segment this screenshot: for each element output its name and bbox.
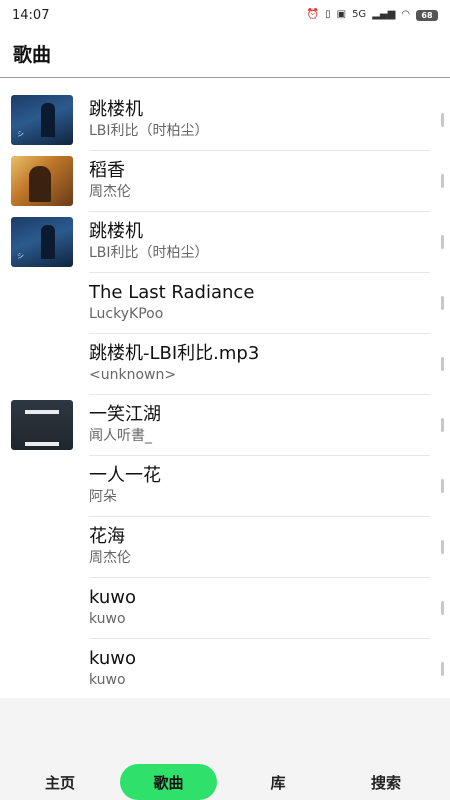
song-artist: <unknown> (89, 367, 177, 383)
drag-handle-icon[interactable] (441, 296, 444, 310)
song-title: kuwo (89, 648, 137, 669)
song-title: 花海 (89, 526, 125, 547)
nav-songs-tab[interactable]: 歌曲 (120, 764, 217, 800)
song-text: 一人一花 阿朵 (89, 465, 430, 517)
song-text: 一笑江湖 闻人听書_ (89, 404, 430, 456)
album-cover (11, 156, 73, 206)
song-row[interactable]: シ 跳楼机 LBI利比（时柏尘） (0, 212, 450, 273)
song-title: The Last Radiance (89, 282, 255, 303)
drag-handle-icon[interactable] (441, 479, 444, 493)
drag-handle-icon[interactable] (441, 174, 444, 188)
hd-icon: ▣ (336, 9, 347, 20)
drag-handle-icon[interactable] (441, 418, 444, 432)
battery-icon: 68 (416, 9, 438, 21)
song-artist: 周杰伦 (89, 184, 131, 200)
song-text: kuwo kuwo (89, 648, 430, 698)
drag-handle-icon[interactable] (441, 601, 444, 615)
page-title: 歌曲 (13, 44, 52, 66)
song-artist: kuwo (89, 672, 126, 688)
song-title: kuwo (89, 587, 137, 608)
drag-handle-icon[interactable] (441, 540, 444, 554)
song-title: 稻香 (89, 160, 125, 181)
song-artist: 阿朵 (89, 489, 117, 505)
song-title: 跳楼机-LBI利比.mp3 (89, 343, 260, 364)
song-title: 跳楼机 (89, 221, 143, 242)
song-title: 跳楼机 (89, 99, 143, 120)
song-text: The Last Radiance LuckyKPoo (89, 282, 430, 334)
song-title: 一笑江湖 (89, 404, 161, 425)
song-text: 跳楼机 LBI利比（时柏尘） (89, 99, 430, 151)
song-list[interactable]: シ 跳楼机 LBI利比（时柏尘） 稻香 周杰伦 シ 跳楼机 LBI利比（时柏尘）… (0, 90, 450, 698)
song-artist: LBI利比（时柏尘） (89, 245, 209, 261)
song-row[interactable]: 跳楼机-LBI利比.mp3 <unknown> (0, 334, 450, 395)
album-cover: シ (11, 217, 73, 267)
song-row[interactable]: シ 跳楼机 LBI利比（时柏尘） (0, 90, 450, 151)
status-bar: 14:07 ⏰ ▯ ▣ 5G ▂▄▆ ◠ 68 (0, 0, 450, 30)
song-artist: kuwo (89, 611, 126, 627)
song-text: 花海 周杰伦 (89, 526, 430, 578)
song-artist: LuckyKPoo (89, 306, 164, 322)
song-artist: LBI利比（时柏尘） (89, 123, 209, 139)
song-title: 一人一花 (89, 465, 161, 486)
network-label: 5G (352, 9, 367, 20)
song-text: 稻香 周杰伦 (89, 160, 430, 212)
song-row[interactable]: 一人一花 阿朵 (0, 456, 450, 517)
alarm-icon: ⏰ (306, 9, 320, 20)
status-time: 14:07 (12, 7, 50, 23)
song-row[interactable]: The Last Radiance LuckyKPoo (0, 273, 450, 334)
song-text: 跳楼机 LBI利比（时柏尘） (89, 221, 430, 273)
nav-home-tab[interactable]: 主页 (12, 764, 108, 800)
drag-handle-icon[interactable] (441, 357, 444, 371)
song-text: 跳楼机-LBI利比.mp3 <unknown> (89, 343, 430, 395)
song-row[interactable]: kuwo kuwo (0, 639, 450, 698)
vibrate-icon: ▯ (325, 9, 331, 20)
song-row[interactable]: 稻香 周杰伦 (0, 151, 450, 212)
bottom-nav: 主页 歌曲 库 搜索 (0, 698, 450, 800)
page-header: 歌曲 (0, 30, 450, 78)
song-row[interactable]: 花海 周杰伦 (0, 517, 450, 578)
song-text: kuwo kuwo (89, 587, 430, 639)
drag-handle-icon[interactable] (441, 113, 444, 127)
album-cover (11, 400, 73, 450)
song-row[interactable]: 一笑江湖 闻人听書_ (0, 395, 450, 456)
song-row[interactable]: kuwo kuwo (0, 578, 450, 639)
signal-icon: ▂▄▆ (372, 9, 396, 20)
wifi-icon: ◠ (401, 9, 410, 20)
song-artist: 周杰伦 (89, 550, 131, 566)
song-artist: 闻人听書_ (89, 428, 152, 444)
status-icons: ⏰ ▯ ▣ 5G ▂▄▆ ◠ 68 (306, 9, 438, 21)
nav-search-tab[interactable]: 搜索 (338, 764, 434, 800)
drag-handle-icon[interactable] (441, 235, 444, 249)
nav-library-tab[interactable]: 库 (230, 764, 326, 800)
drag-handle-icon[interactable] (441, 662, 444, 676)
album-cover: シ (11, 95, 73, 145)
